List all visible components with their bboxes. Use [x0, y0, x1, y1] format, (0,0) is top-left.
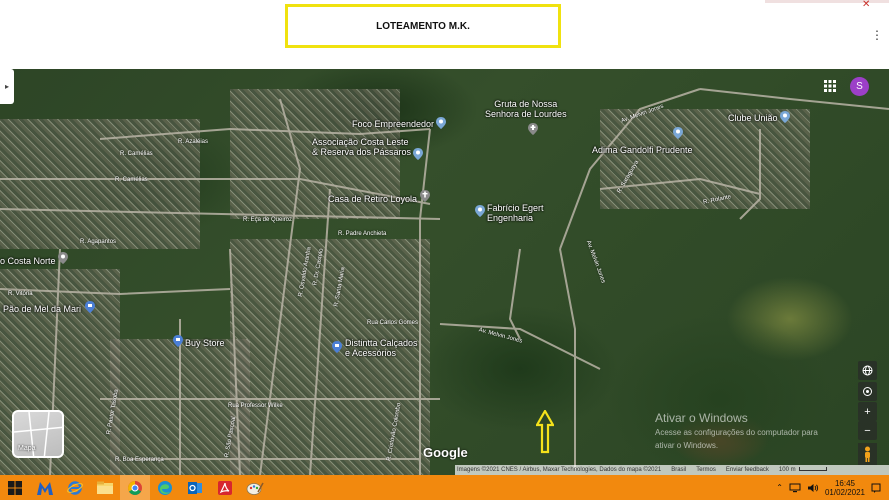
place-label-fabricio[interactable]: Fabrício Egert Engenharia	[487, 203, 544, 223]
notifications-icon[interactable]	[871, 483, 881, 493]
street-label: R. Agapantos	[80, 239, 117, 245]
scale-label[interactable]: 100 m	[779, 467, 827, 473]
place-label-associacao[interactable]: Associação Costa Leste & Reserva dos Pás…	[312, 137, 411, 157]
country-label[interactable]: Brasil	[671, 467, 686, 473]
clock-date: 01/02/2021	[824, 487, 865, 497]
shopping-pin-icon[interactable]	[173, 335, 183, 347]
activate-windows-watermark: Ativar o Windows Acesse as configurações…	[655, 411, 818, 451]
street-label: R. Camélias	[120, 151, 153, 157]
watermark-line-1: Acesse as configurações do computador pa…	[655, 428, 818, 437]
feedback-link[interactable]: Enviar feedback	[726, 467, 769, 473]
close-icon[interactable]: ✕	[862, 0, 872, 10]
highlight-arrow	[536, 410, 554, 454]
chevron-up-icon[interactable]: ⌃	[776, 483, 783, 492]
street-label: R. Camélias	[115, 177, 148, 183]
map-pin-icon[interactable]	[780, 111, 790, 123]
place-label-costa-norte[interactable]: o Costa Norte	[0, 256, 56, 266]
google-logo: Google	[423, 445, 468, 460]
place-label-loyola[interactable]: Casa de Retiro Loyola	[328, 194, 417, 204]
street-label: R. Vitória	[8, 291, 33, 297]
system-tray: ⌃ 16:45 01/02/2021	[776, 475, 881, 500]
globe-icon[interactable]	[858, 361, 877, 380]
place-label-foco[interactable]: Foco Empreendedor	[352, 119, 434, 129]
street-label: R. Azaléias	[178, 139, 209, 145]
watermark-title: Ativar o Windows	[655, 411, 748, 425]
scale-bar	[798, 467, 827, 471]
street-label: Rua Carlos Gomes	[367, 320, 419, 326]
place-label-distintta[interactable]: Distintta Calçados e Acessórios	[345, 338, 418, 358]
place-label-clube[interactable]: Clube União	[728, 113, 778, 123]
slide-header: LOTEAMENTO M.K. ✕ ⋮	[0, 0, 889, 69]
volume-icon[interactable]	[807, 483, 819, 493]
zoom-out-button[interactable]: −	[858, 421, 877, 440]
cross-pin-icon[interactable]	[420, 190, 430, 202]
street-label: R. Boa Esperança	[115, 457, 164, 463]
street-label: R. Padre Anchieta	[338, 231, 387, 237]
map-pin-icon[interactable]	[475, 205, 485, 217]
shopping-pin-icon[interactable]	[85, 301, 95, 313]
more-options-icon[interactable]: ⋮	[871, 28, 883, 42]
taskbar-clock[interactable]: 16:45 01/02/2021	[825, 479, 865, 497]
edge-icon[interactable]	[150, 475, 180, 500]
acrobat-icon[interactable]	[210, 475, 240, 500]
windows-taskbar: ⌃ 16:45 01/02/2021	[0, 475, 889, 500]
apps-grid-icon[interactable]	[824, 80, 836, 92]
network-icon[interactable]	[789, 483, 801, 493]
title-box: LOTEAMENTO M.K.	[285, 4, 561, 48]
place-label-adima[interactable]: Adima Gandolfi Prudente	[592, 145, 693, 155]
map-attribution-bar: Imagens ©2021 CNES / Airbus, Maxar Techn…	[455, 465, 889, 475]
malwarebytes-icon[interactable]	[30, 475, 60, 500]
place-label-gruta[interactable]: Gruta de Nossa Senhora de Lourdes	[485, 99, 567, 119]
file-explorer-icon[interactable]	[90, 475, 120, 500]
start-button[interactable]	[0, 475, 30, 500]
zoom-in-button[interactable]: +	[858, 402, 877, 421]
map-pin-icon[interactable]	[413, 148, 423, 160]
map-pin-icon[interactable]	[436, 117, 446, 129]
street-label: Rua Professor Wilke	[228, 403, 283, 409]
watermark-line-2: ativar o Windows.	[655, 441, 719, 450]
internet-explorer-icon[interactable]	[60, 475, 90, 500]
terms-link[interactable]: Termos	[696, 467, 716, 473]
map-layer-toggle[interactable]: Mapa	[12, 410, 64, 458]
shopping-pin-icon[interactable]	[332, 341, 342, 353]
account-avatar[interactable]: S	[850, 77, 869, 96]
paint-icon[interactable]	[240, 475, 270, 500]
clock-time: 16:45	[834, 478, 855, 488]
place-label-buy-store[interactable]: Buy Store	[185, 338, 225, 348]
map-pin-icon[interactable]	[673, 127, 683, 139]
outlook-icon[interactable]	[180, 475, 210, 500]
map-pin-icon[interactable]	[58, 252, 68, 264]
windows-logo-icon	[8, 480, 22, 495]
imagery-credit: Imagens ©2021 CNES / Airbus, Maxar Techn…	[457, 467, 662, 473]
presentation-window: LOTEAMENTO M.K. ✕ ⋮ Gruta de Nossa Senho…	[0, 0, 889, 500]
chrome-icon[interactable]	[120, 475, 150, 500]
street-view-pegman-icon[interactable]	[858, 443, 877, 465]
map-layer-label: Mapa	[18, 445, 36, 452]
slide-title: LOTEAMENTO M.K.	[376, 20, 470, 32]
place-label-pao-de-mel[interactable]: Pão de Mel da Mari	[3, 304, 81, 314]
expand-panel-button[interactable]: ▸	[0, 69, 14, 104]
street-label: R. Eça de Queiroz	[243, 217, 293, 223]
compass-icon[interactable]	[858, 382, 877, 401]
church-icon[interactable]	[528, 123, 538, 135]
